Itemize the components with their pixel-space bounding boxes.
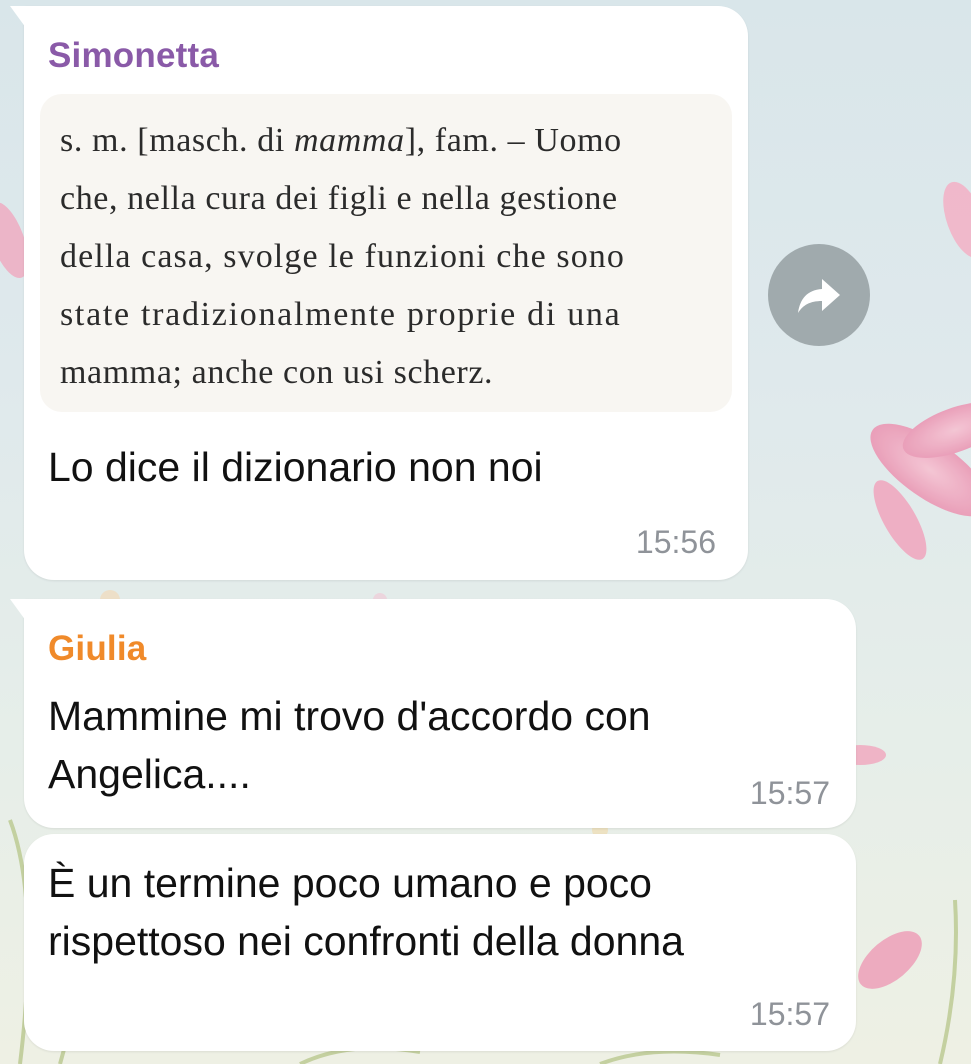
message-bubble-giulia-continued[interactable]: È un termine poco umano e poco rispettos… — [24, 834, 856, 1051]
sender-name[interactable]: Giulia — [48, 629, 146, 669]
message-text-line-2: Angelica.... — [48, 751, 251, 797]
bubble-tail — [10, 599, 26, 621]
message-bubble-giulia[interactable]: Giulia Mammine mi trovo d'accordo con An… — [10, 599, 856, 828]
share-arrow-icon — [798, 279, 840, 313]
definition-line-5: mamma; anche con usi scherz. — [60, 354, 494, 391]
message-text: Lo dice il dizionario non noi — [48, 444, 543, 490]
message-timestamp: 15:57 — [749, 996, 830, 1032]
message-bubble-simonetta[interactable]: Simonetta s. m. [masch. di mamma], fam. … — [10, 6, 748, 580]
message-text-line-2: rispettoso nei confronti della donna — [48, 918, 684, 964]
bubble-tail — [10, 6, 26, 28]
sender-name[interactable]: Simonetta — [48, 36, 219, 76]
message-text-line-1: È un termine poco umano e poco — [48, 860, 652, 906]
definition-line-1: s. m. [masch. di mamma], fam. – Uomo — [60, 122, 622, 159]
forward-button[interactable] — [768, 244, 870, 346]
definition-line-2: che, nella cura dei figli e nella gestio… — [60, 180, 618, 217]
message-timestamp: 15:57 — [749, 775, 830, 811]
definition-line-4: state tradizionalmente proprie di una — [60, 296, 622, 333]
dictionary-definition-image[interactable]: s. m. [masch. di mamma], fam. – Uomo che… — [40, 94, 732, 412]
message-timestamp: 15:56 — [635, 524, 716, 560]
definition-line-3: della casa, svolge le funzioni che sono — [60, 238, 626, 275]
chat-message-list: Simonetta s. m. [masch. di mamma], fam. … — [0, 0, 971, 1064]
message-text-line-1: Mammine mi trovo d'accordo con — [48, 693, 651, 739]
